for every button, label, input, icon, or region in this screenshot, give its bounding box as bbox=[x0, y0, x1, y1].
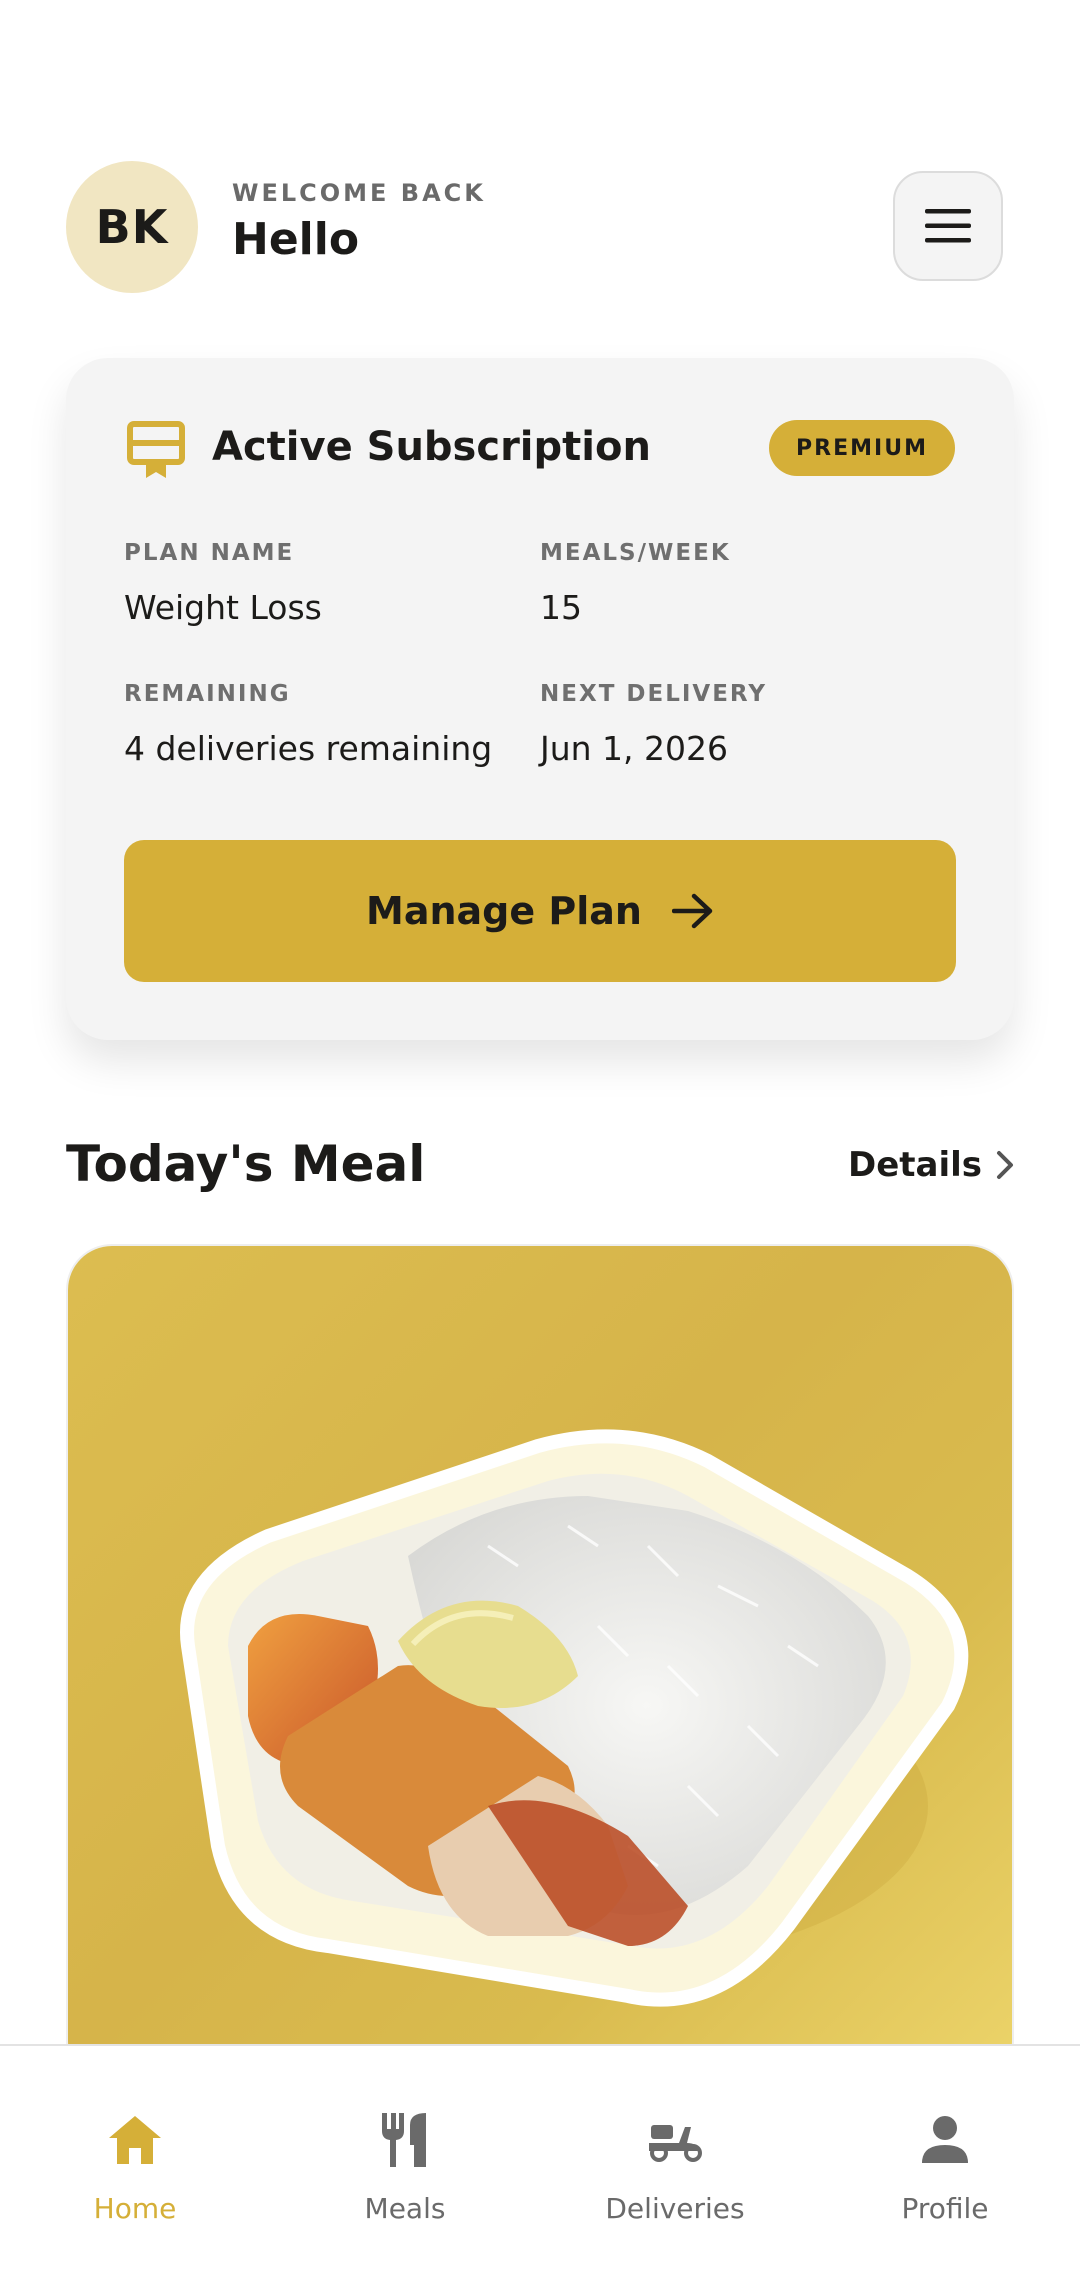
avatar[interactable]: BK bbox=[66, 161, 198, 293]
membership-card-icon bbox=[127, 421, 185, 478]
nav-item-deliveries[interactable]: Deliveries bbox=[540, 2046, 810, 2271]
meal-photo[interactable] bbox=[68, 1246, 1012, 2086]
nav-label-profile: Profile bbox=[901, 2192, 989, 2225]
plan-name-label: PLAN NAME bbox=[124, 540, 295, 566]
premium-badge: PREMIUM bbox=[769, 420, 955, 476]
welcome-label: WELCOME BACK bbox=[232, 179, 486, 207]
arrow-right-icon bbox=[671, 893, 713, 929]
nav-label-home: Home bbox=[93, 2192, 177, 2225]
hamburger-menu-icon bbox=[925, 209, 971, 243]
details-label: Details bbox=[848, 1145, 983, 1185]
person-icon bbox=[922, 2116, 968, 2163]
next-delivery-value: Jun 1, 2026 bbox=[540, 729, 729, 768]
subscription-title: Active Subscription bbox=[212, 424, 651, 470]
subscription-card: Active Subscription PREMIUM PLAN NAME We… bbox=[66, 358, 1014, 1040]
meals-week-value: 15 bbox=[540, 588, 582, 627]
bottom-navigation: Home Meals Deliveries Profile bbox=[0, 2044, 1080, 2271]
scooter-icon bbox=[649, 2125, 702, 2162]
fork-knife-icon bbox=[382, 2113, 426, 2167]
nav-label-meals: Meals bbox=[364, 2192, 446, 2225]
todays-meal-title: Today's Meal bbox=[66, 1135, 426, 1193]
nav-label-deliveries: Deliveries bbox=[605, 2192, 745, 2225]
details-link[interactable]: Details bbox=[848, 1145, 1014, 1185]
nav-item-meals[interactable]: Meals bbox=[270, 2046, 540, 2271]
meals-week-label: MEALS/WEEK bbox=[540, 540, 731, 566]
next-delivery-label: NEXT DELIVERY bbox=[540, 681, 768, 707]
remaining-value: 4 deliveries remaining bbox=[124, 729, 493, 768]
nav-item-profile[interactable]: Profile bbox=[810, 2046, 1080, 2271]
manage-plan-button[interactable]: Manage Plan bbox=[124, 840, 956, 982]
menu-button[interactable] bbox=[893, 171, 1003, 281]
remaining-label: REMAINING bbox=[124, 681, 291, 707]
greeting: Hello bbox=[232, 214, 360, 265]
meal-bowl-illustration bbox=[180, 1429, 969, 2007]
manage-plan-label: Manage Plan bbox=[366, 889, 642, 933]
chevron-right-icon bbox=[997, 1151, 1014, 1179]
nav-item-home[interactable]: Home bbox=[0, 2046, 270, 2271]
home-icon bbox=[109, 2116, 161, 2164]
plan-name-value: Weight Loss bbox=[124, 588, 322, 627]
